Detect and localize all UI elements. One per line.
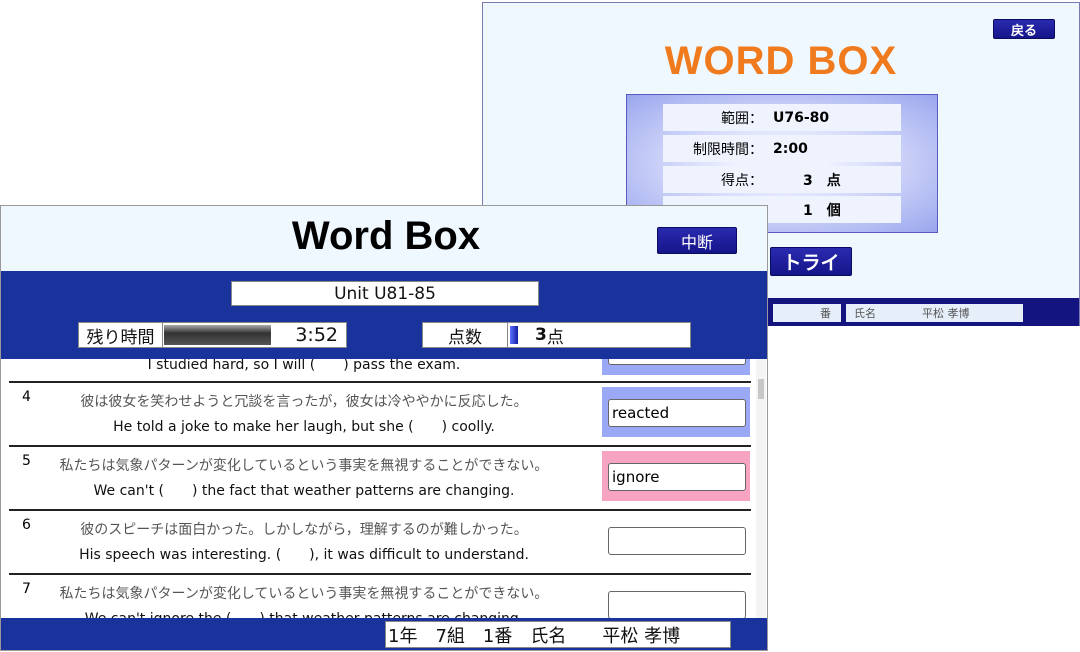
student-name-box: 氏名 平松 孝博	[846, 304, 1023, 322]
status-band: Unit U81-85 残り時間 3:52 点数 3点	[1, 271, 767, 359]
quiz-title: Word Box	[291, 214, 481, 258]
back-button[interactable]: 戻る	[993, 19, 1055, 39]
question-english: I studied hard, so I will ( ) pass the e…	[147, 359, 461, 373]
answer-input[interactable]	[608, 527, 746, 555]
question-japanese: 彼のスピーチは面白かった。しかしながら，理解するのが難しかった。	[80, 522, 528, 538]
summary-range: 範囲： U76-80	[663, 104, 901, 131]
quiz-footer: 1年 7組 1番 氏名 平松 孝博	[1, 618, 767, 650]
question-row: 4 彼は彼女を笑わせようと冗談を言ったが，彼女は冷ややかに反応した。 He to…	[9, 381, 751, 443]
student-info: 1年 7組 1番 氏名 平松 孝博	[385, 621, 731, 648]
question-japanese: 私たちは気象パターンが変化しているという事実を無視することができない。	[59, 458, 549, 474]
question-list: I studied hard, so I will ( ) pass the e…	[1, 359, 767, 618]
summary-score: 得点： 3 点	[663, 166, 901, 193]
answer-cell	[602, 451, 750, 501]
result-title: WORD BOX	[664, 39, 898, 83]
timer-bar: 3:52	[162, 322, 347, 348]
unit-label: Unit U81-85	[231, 281, 539, 306]
question-row: 5 私たちは気象パターンが変化しているという事実を無視することができない。 We…	[9, 445, 751, 507]
question-japanese: 私たちは気象パターンが変化しているという事実を無視することができない。	[59, 586, 549, 602]
timer-label: 残り時間	[78, 322, 163, 348]
score-fill	[510, 326, 518, 344]
pause-button[interactable]: 中断	[657, 227, 737, 254]
answer-cell	[602, 579, 750, 618]
question-english: We can't ( ) the fact that weather patte…	[93, 483, 515, 499]
question-english: We can't ignore the ( ) that weather pat…	[9, 608, 599, 618]
timer-fill	[164, 325, 271, 345]
question-row: I studied hard, so I will ( ) pass the e…	[9, 359, 751, 381]
answer-input[interactable]	[608, 463, 746, 491]
answer-cell	[602, 359, 750, 375]
question-english: He told a joke to make her laugh, but sh…	[113, 419, 495, 435]
retry-button[interactable]: トライ	[770, 247, 852, 276]
score-box: 3点	[507, 322, 691, 348]
question-english: His speech was interesting. ( ), it was …	[79, 547, 529, 563]
answer-cell	[602, 387, 750, 437]
question-row: 6 彼のスピーチは面白かった。しかしながら，理解するのが難しかった。 His s…	[9, 509, 751, 571]
quiz-window: Word Box 中断 Unit U81-85 残り時間 3:52 点数 3点 …	[0, 205, 768, 651]
answer-input[interactable]	[608, 359, 746, 365]
answer-input[interactable]	[608, 591, 746, 618]
score-value: 3	[535, 325, 547, 345]
quiz-header: Word Box 中断	[1, 206, 767, 271]
answer-input[interactable]	[608, 399, 746, 427]
question-row: 7 私たちは気象パターンが変化しているという事実を無視することができない。 We…	[9, 573, 751, 618]
scrollbar[interactable]	[756, 359, 766, 618]
question-japanese: 彼は彼女を笑わせようと冗談を言ったが，彼女は冷ややかに反応した。	[80, 394, 528, 410]
answer-cell	[602, 515, 750, 565]
timer-value: 3:52	[295, 324, 338, 346]
score-label: 点数	[422, 322, 508, 348]
summary-time-limit: 制限時間： 2:00	[663, 135, 901, 162]
